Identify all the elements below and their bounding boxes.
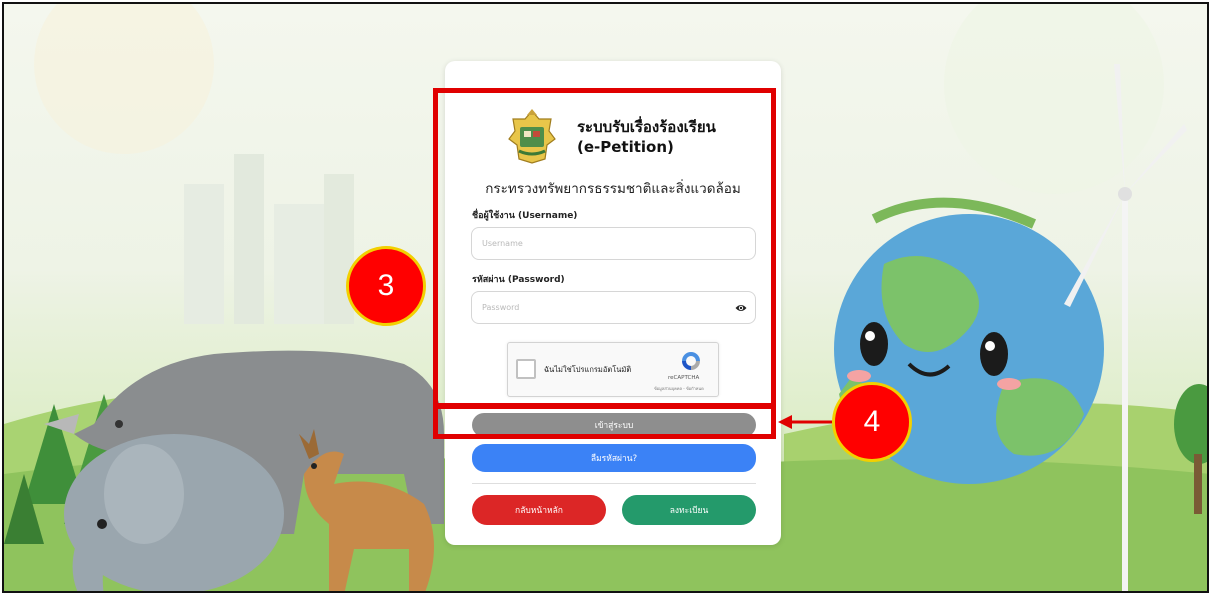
step-callout-4: 4 [832, 382, 912, 462]
back-home-button[interactable]: กลับหน้าหลัก [472, 495, 606, 525]
highlight-box-login-button [433, 404, 776, 439]
step-callout-3: 3 [346, 246, 426, 326]
divider [472, 483, 756, 484]
highlight-box-login-form [433, 88, 776, 408]
forgot-password-button[interactable]: ลืมรหัสผ่าน? [472, 444, 756, 472]
register-button[interactable]: ลงทะเบียน [622, 495, 756, 525]
